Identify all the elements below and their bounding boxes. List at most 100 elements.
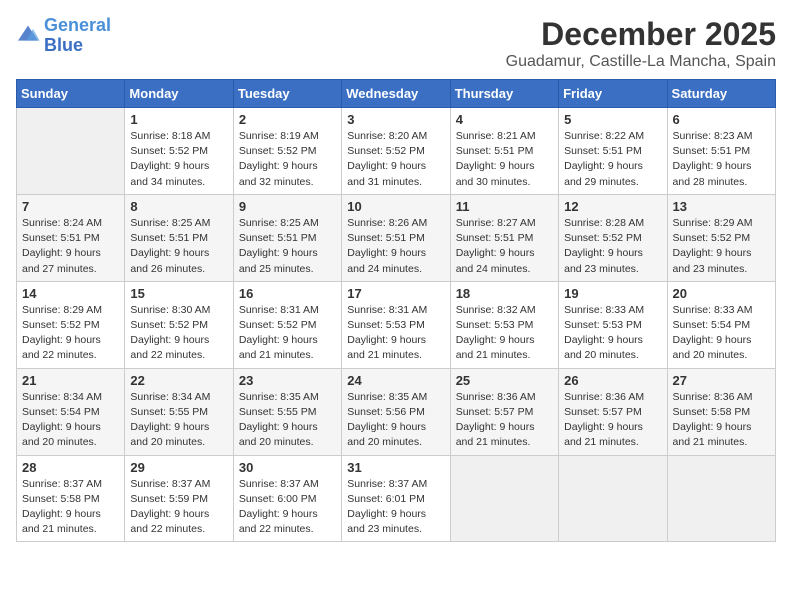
day-info: Sunrise: 8:31 AMSunset: 5:53 PMDaylight:… xyxy=(347,303,444,364)
day-info: Sunrise: 8:37 AMSunset: 6:01 PMDaylight:… xyxy=(347,477,444,538)
day-cell: 19Sunrise: 8:33 AMSunset: 5:53 PMDayligh… xyxy=(559,281,667,368)
day-number: 4 xyxy=(456,112,553,127)
calendar-table: SundayMondayTuesdayWednesdayThursdayFrid… xyxy=(16,79,776,542)
day-info: Sunrise: 8:37 AMSunset: 6:00 PMDaylight:… xyxy=(239,477,336,538)
day-cell: 9Sunrise: 8:25 AMSunset: 5:51 PMDaylight… xyxy=(233,194,341,281)
day-info: Sunrise: 8:34 AMSunset: 5:54 PMDaylight:… xyxy=(22,390,119,451)
day-info: Sunrise: 8:24 AMSunset: 5:51 PMDaylight:… xyxy=(22,216,119,277)
day-number: 2 xyxy=(239,112,336,127)
day-info: Sunrise: 8:25 AMSunset: 5:51 PMDaylight:… xyxy=(130,216,227,277)
day-cell: 23 Sunrise: 8:35 AMSunset: 5:55 PMDayligh… xyxy=(233,368,341,455)
header: General Blue December 2025 Guadamur, Cas… xyxy=(16,16,776,71)
day-cell: 15 Sunrise: 8:30 AMSunset: 5:52 PMDayligh… xyxy=(125,281,233,368)
day-cell xyxy=(667,455,775,542)
day-number: 7 xyxy=(22,199,119,214)
day-cell: 27Sunrise: 8:36 AMSunset: 5:58 PMDayligh… xyxy=(667,368,775,455)
day-info: Sunrise: 8:36 AMSunset: 5:57 PMDaylight:… xyxy=(456,390,553,451)
day-info: Sunrise: 8:28 AMSunset: 5:52 PMDaylight:… xyxy=(564,216,661,277)
week-row-3: 14 Sunrise: 8:29 AMSunset: 5:52 PMDayligh… xyxy=(17,281,776,368)
day-cell: 10 Sunrise: 8:26 AMSunset: 5:51 PMDayligh… xyxy=(342,194,450,281)
day-cell: 22 Sunrise: 8:34 AMSunset: 5:55 PMDayligh… xyxy=(125,368,233,455)
day-number: 10 xyxy=(347,199,444,214)
weekday-friday: Friday xyxy=(559,80,667,108)
day-info: Sunrise: 8:29 AMSunset: 5:52 PMDaylight:… xyxy=(673,216,770,277)
day-cell: 4 Sunrise: 8:21 AMSunset: 5:51 PMDaylight… xyxy=(450,108,558,195)
day-cell: 13 Sunrise: 8:29 AMSunset: 5:52 PMDayligh… xyxy=(667,194,775,281)
day-info: Sunrise: 8:25 AMSunset: 5:51 PMDaylight:… xyxy=(239,216,336,277)
day-cell: 26 Sunrise: 8:36 AMSunset: 5:57 PMDayligh… xyxy=(559,368,667,455)
day-cell: 20Sunrise: 8:33 AMSunset: 5:54 PMDayligh… xyxy=(667,281,775,368)
logo-text: General Blue xyxy=(44,16,111,56)
day-number: 30 xyxy=(239,460,336,475)
day-number: 21 xyxy=(22,373,119,388)
day-info: Sunrise: 8:35 AMSunset: 5:55 PMDaylight:… xyxy=(239,390,336,451)
day-number: 31 xyxy=(347,460,444,475)
title-block: December 2025 Guadamur, Castille-La Manc… xyxy=(506,16,776,71)
day-number: 16 xyxy=(239,286,336,301)
day-cell xyxy=(17,108,125,195)
day-cell xyxy=(450,455,558,542)
day-cell: 2 Sunrise: 8:19 AMSunset: 5:52 PMDaylight… xyxy=(233,108,341,195)
day-info: Sunrise: 8:32 AMSunset: 5:53 PMDaylight:… xyxy=(456,303,553,364)
day-number: 11 xyxy=(456,199,553,214)
day-info: Sunrise: 8:29 AMSunset: 5:52 PMDaylight:… xyxy=(22,303,119,364)
day-cell: 18Sunrise: 8:32 AMSunset: 5:53 PMDayligh… xyxy=(450,281,558,368)
day-number: 14 xyxy=(22,286,119,301)
day-number: 22 xyxy=(130,373,227,388)
calendar-subtitle: Guadamur, Castille-La Mancha, Spain xyxy=(506,53,776,71)
day-info: Sunrise: 8:21 AMSunset: 5:51 PMDaylight:… xyxy=(456,129,553,190)
day-info: Sunrise: 8:37 AMSunset: 5:59 PMDaylight:… xyxy=(130,477,227,538)
calendar-body: 1Sunrise: 8:18 AMSunset: 5:52 PMDaylight… xyxy=(17,108,776,542)
day-cell: 16 Sunrise: 8:31 AMSunset: 5:52 PMDayligh… xyxy=(233,281,341,368)
day-cell: 29Sunrise: 8:37 AMSunset: 5:59 PMDayligh… xyxy=(125,455,233,542)
weekday-wednesday: Wednesday xyxy=(342,80,450,108)
day-cell: 7 Sunrise: 8:24 AMSunset: 5:51 PMDaylight… xyxy=(17,194,125,281)
weekday-thursday: Thursday xyxy=(450,80,558,108)
weekday-monday: Monday xyxy=(125,80,233,108)
weekday-header-row: SundayMondayTuesdayWednesdayThursdayFrid… xyxy=(17,80,776,108)
day-cell: 25Sunrise: 8:36 AMSunset: 5:57 PMDayligh… xyxy=(450,368,558,455)
day-cell: 28Sunrise: 8:37 AMSunset: 5:58 PMDayligh… xyxy=(17,455,125,542)
day-info: Sunrise: 8:23 AMSunset: 5:51 PMDaylight:… xyxy=(673,129,770,190)
day-info: Sunrise: 8:34 AMSunset: 5:55 PMDaylight:… xyxy=(130,390,227,451)
day-cell: 8 Sunrise: 8:25 AMSunset: 5:51 PMDaylight… xyxy=(125,194,233,281)
day-number: 19 xyxy=(564,286,661,301)
calendar-title: December 2025 xyxy=(506,16,776,53)
day-cell: 6 Sunrise: 8:23 AMSunset: 5:51 PMDaylight… xyxy=(667,108,775,195)
day-info: Sunrise: 8:27 AMSunset: 5:51 PMDaylight:… xyxy=(456,216,553,277)
day-number: 23 xyxy=(239,373,336,388)
day-cell: 14 Sunrise: 8:29 AMSunset: 5:52 PMDayligh… xyxy=(17,281,125,368)
day-number: 5 xyxy=(564,112,661,127)
day-info: Sunrise: 8:31 AMSunset: 5:52 PMDaylight:… xyxy=(239,303,336,364)
day-info: Sunrise: 8:19 AMSunset: 5:52 PMDaylight:… xyxy=(239,129,336,190)
day-cell: 17 Sunrise: 8:31 AMSunset: 5:53 PMDayligh… xyxy=(342,281,450,368)
day-info: Sunrise: 8:36 AMSunset: 5:58 PMDaylight:… xyxy=(673,390,770,451)
day-number: 26 xyxy=(564,373,661,388)
weekday-tuesday: Tuesday xyxy=(233,80,341,108)
day-cell: 21 Sunrise: 8:34 AMSunset: 5:54 PMDayligh… xyxy=(17,368,125,455)
day-info: Sunrise: 8:20 AMSunset: 5:52 PMDaylight:… xyxy=(347,129,444,190)
day-info: Sunrise: 8:35 AMSunset: 5:56 PMDaylight:… xyxy=(347,390,444,451)
day-info: Sunrise: 8:18 AMSunset: 5:52 PMDaylight:… xyxy=(130,129,227,190)
day-number: 20 xyxy=(673,286,770,301)
day-cell: 31 Sunrise: 8:37 AMSunset: 6:01 PMDayligh… xyxy=(342,455,450,542)
day-number: 8 xyxy=(130,199,227,214)
week-row-5: 28Sunrise: 8:37 AMSunset: 5:58 PMDayligh… xyxy=(17,455,776,542)
day-cell: 11 Sunrise: 8:27 AMSunset: 5:51 PMDayligh… xyxy=(450,194,558,281)
day-info: Sunrise: 8:22 AMSunset: 5:51 PMDaylight:… xyxy=(564,129,661,190)
day-cell: 1Sunrise: 8:18 AMSunset: 5:52 PMDaylight… xyxy=(125,108,233,195)
day-cell: 12Sunrise: 8:28 AMSunset: 5:52 PMDayligh… xyxy=(559,194,667,281)
day-cell: 30 Sunrise: 8:37 AMSunset: 6:00 PMDayligh… xyxy=(233,455,341,542)
day-number: 13 xyxy=(673,199,770,214)
day-cell: 3Sunrise: 8:20 AMSunset: 5:52 PMDaylight… xyxy=(342,108,450,195)
weekday-sunday: Sunday xyxy=(17,80,125,108)
logo: General Blue xyxy=(16,16,111,56)
day-number: 24 xyxy=(347,373,444,388)
day-number: 15 xyxy=(130,286,227,301)
day-info: Sunrise: 8:37 AMSunset: 5:58 PMDaylight:… xyxy=(22,477,119,538)
day-number: 6 xyxy=(673,112,770,127)
day-info: Sunrise: 8:36 AMSunset: 5:57 PMDaylight:… xyxy=(564,390,661,451)
day-number: 17 xyxy=(347,286,444,301)
day-info: Sunrise: 8:30 AMSunset: 5:52 PMDaylight:… xyxy=(130,303,227,364)
day-info: Sunrise: 8:26 AMSunset: 5:51 PMDaylight:… xyxy=(347,216,444,277)
